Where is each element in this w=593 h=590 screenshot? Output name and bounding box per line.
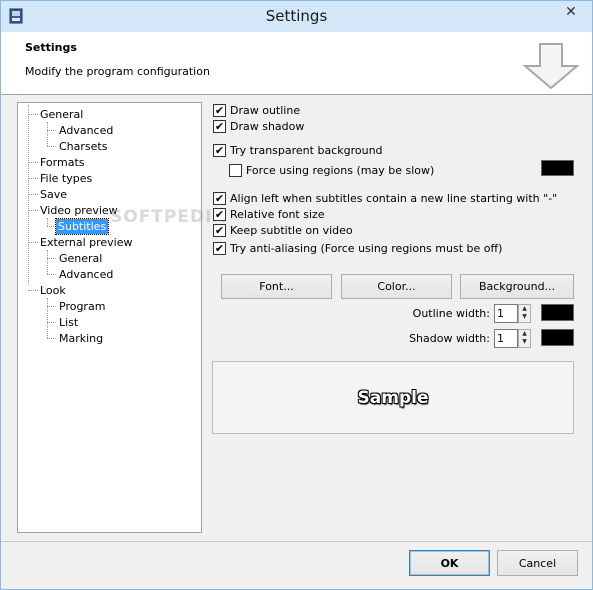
sample-preview: Sample (212, 361, 574, 434)
background-color-swatch[interactable] (541, 160, 574, 176)
tree-connector (28, 162, 38, 163)
outline-width-stepper[interactable]: ▲ ▼ (518, 304, 531, 323)
relative-font-checkbox[interactable]: ✔ (213, 208, 226, 221)
outline-width-label: Outline width: (412, 307, 490, 320)
header-title: Settings (25, 41, 77, 54)
background-button[interactable]: Background... (460, 274, 574, 299)
tree-connector (28, 290, 38, 291)
font-button[interactable]: Font... (221, 274, 332, 299)
anti-aliasing-checkbox[interactable]: ✔ (213, 242, 226, 255)
tree-connector (47, 218, 48, 226)
tree-item-external-general[interactable]: General (57, 251, 104, 266)
shadow-width-stepper[interactable]: ▲ ▼ (518, 329, 531, 348)
keep-on-video-checkbox[interactable]: ✔ (213, 224, 226, 237)
tree-item-subtitles[interactable]: Subtitles (54, 218, 110, 235)
spin-up-icon[interactable]: ▲ (519, 305, 530, 313)
draw-outline-label: Draw outline (230, 104, 301, 117)
color-button[interactable]: Color... (341, 274, 452, 299)
tree-connector (47, 258, 56, 259)
force-regions-checkbox[interactable] (229, 164, 242, 177)
draw-shadow-checkbox[interactable]: ✔ (213, 120, 226, 133)
align-left-checkbox[interactable]: ✔ (213, 192, 226, 205)
shadow-width-input[interactable]: 1 (494, 329, 518, 348)
tree-item-list[interactable]: List (57, 315, 80, 330)
draw-shadow-label: Draw shadow (230, 120, 305, 133)
tree-item-video-preview[interactable]: Video preview (38, 203, 120, 218)
tree-connector (28, 105, 29, 285)
spin-down-icon[interactable]: ▼ (519, 313, 530, 321)
settings-tree[interactable]: General Advanced Charsets Formats File t… (17, 102, 226, 533)
tree-item-general-advanced[interactable]: Advanced (57, 123, 115, 138)
header-subtitle: Modify the program configuration (25, 65, 210, 78)
window-title: Settings (265, 7, 328, 25)
transparent-bg-checkbox[interactable]: ✔ (213, 144, 226, 157)
tree-item-save[interactable]: Save (38, 187, 69, 202)
header-panel: Settings Modify the program configuratio… (1, 32, 592, 95)
transparent-bg-label: Try transparent background (230, 144, 383, 157)
tree-item-look[interactable]: Look (38, 283, 68, 298)
tree-connector (28, 194, 38, 195)
tree-connector (47, 250, 48, 274)
anti-aliasing-label: Try anti-aliasing (Force using regions m… (230, 242, 503, 255)
shadow-width-label: Shadow width: (409, 332, 490, 345)
tree-item-general[interactable]: General (38, 107, 85, 122)
tree-item-charsets[interactable]: Charsets (57, 139, 109, 154)
title-bar[interactable]: Settings ✕ (1, 1, 592, 32)
settings-window: Settings ✕ Settings Modify the program c… (0, 0, 593, 590)
relative-font-label: Relative font size (230, 208, 325, 221)
tree-connector (28, 114, 38, 115)
keep-on-video-label: Keep subtitle on video (230, 224, 353, 237)
tree-item-file-types[interactable]: File types (38, 171, 94, 186)
tree-connector (47, 306, 56, 307)
outline-color-swatch[interactable] (541, 304, 574, 321)
close-icon: ✕ (565, 4, 577, 20)
down-arrow-icon (523, 43, 579, 90)
outline-width-input[interactable]: 1 (494, 304, 518, 323)
tree-item-marking[interactable]: Marking (57, 331, 105, 346)
tree-item-program[interactable]: Program (57, 299, 107, 314)
footer-divider (1, 541, 592, 542)
shadow-color-swatch[interactable] (541, 329, 574, 346)
tree-connector (47, 338, 56, 339)
cancel-button[interactable]: Cancel (497, 550, 578, 576)
tree-connector (47, 322, 56, 323)
tree-connector (47, 130, 56, 131)
tree-item-external-preview[interactable]: External preview (38, 235, 135, 250)
tree-connector (47, 298, 48, 338)
force-regions-label: Force using regions (may be slow) (246, 164, 435, 177)
watermark: SOFTPEDIA (110, 207, 227, 227)
tree-item-external-advanced[interactable]: Advanced (57, 267, 115, 282)
tree-item-formats[interactable]: Formats (38, 155, 87, 170)
align-left-label: Align left when subtitles contain a new … (230, 192, 558, 205)
tree-connector (47, 226, 56, 227)
tree-connector (47, 274, 56, 275)
tree-connector (28, 210, 38, 211)
spin-down-icon[interactable]: ▼ (519, 338, 530, 346)
close-button[interactable]: ✕ (554, 2, 588, 22)
tree-connector (28, 242, 38, 243)
sample-text: Sample (357, 387, 429, 408)
tree-connector (28, 178, 38, 179)
draw-outline-checkbox[interactable]: ✔ (213, 104, 226, 117)
tree-connector (47, 146, 56, 147)
ok-button[interactable]: OK (409, 550, 490, 576)
tree-connector (47, 122, 48, 146)
spin-up-icon[interactable]: ▲ (519, 330, 530, 338)
